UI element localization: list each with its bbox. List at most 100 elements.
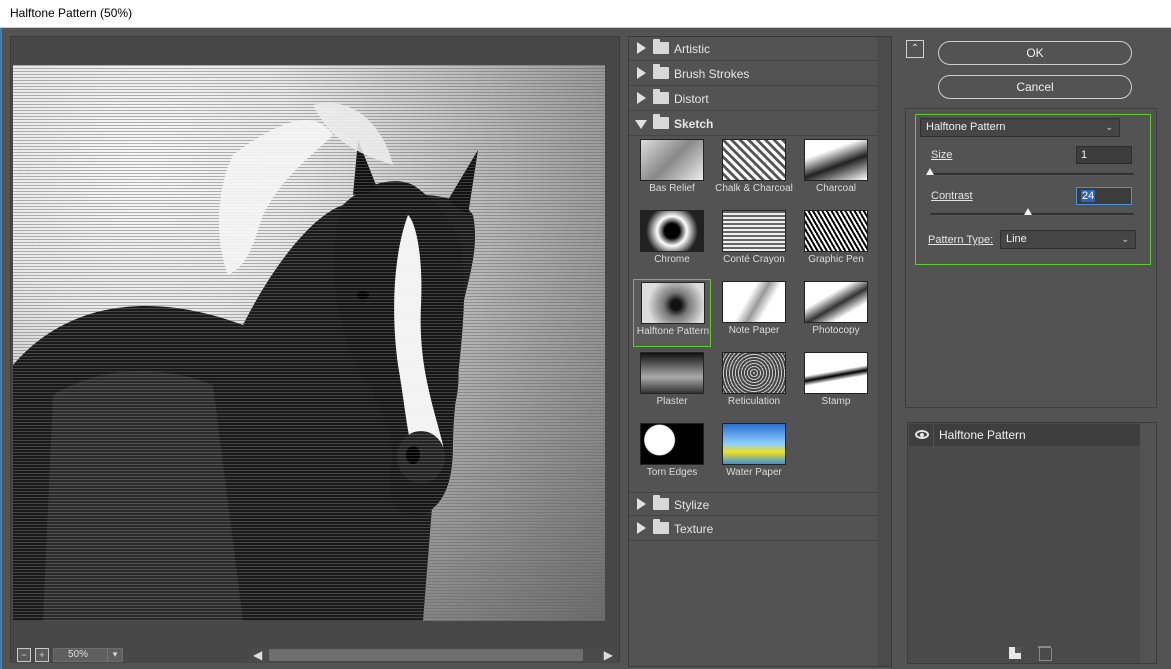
new-effect-layer-icon[interactable] xyxy=(1009,645,1023,661)
pattern-type-value: Line xyxy=(1006,233,1027,245)
filter-thumb-stamp[interactable]: Stamp xyxy=(797,350,875,418)
size-slider-track[interactable] xyxy=(930,173,1134,175)
layer-divider xyxy=(933,425,934,447)
expand-triangle-icon xyxy=(637,67,646,79)
filter-thumb-bas-relief[interactable]: Bas Relief xyxy=(633,137,711,205)
filter-thumb-image xyxy=(804,139,868,181)
category-artistic[interactable]: Artistic xyxy=(629,37,877,61)
category-sketch[interactable]: Sketch xyxy=(629,112,877,136)
filter-thumb-label: Bas Relief xyxy=(649,183,695,194)
preview-image[interactable] xyxy=(13,65,605,621)
filter-thumb-image xyxy=(804,352,868,394)
window-title: Halftone Pattern (50%) xyxy=(10,6,133,20)
filter-thumb-halftone-pattern[interactable]: Halftone Pattern xyxy=(633,279,711,347)
filter-thumb-graphic-pen[interactable]: Graphic Pen xyxy=(797,208,875,276)
filter-thumb-image xyxy=(722,139,786,181)
expand-triangle-icon xyxy=(637,522,646,534)
expand-triangle-icon xyxy=(637,92,646,104)
filter-gallery-list: Artistic Brush Strokes Distort Sketch Ba… xyxy=(628,36,892,667)
zoom-in-button[interactable]: + xyxy=(35,648,49,662)
cancel-button[interactable]: Cancel xyxy=(938,75,1132,99)
expand-triangle-icon xyxy=(637,498,646,510)
filter-thumb-image xyxy=(640,423,704,465)
filter-thumb-image xyxy=(640,210,704,252)
gallery-vertical-scrollbar[interactable] xyxy=(877,37,891,666)
filter-thumb-label: Halftone Pattern xyxy=(636,326,710,337)
filter-thumb-label: Graphic Pen xyxy=(808,254,864,265)
scroll-right-icon[interactable]: ▶ xyxy=(604,648,613,662)
filter-thumb-label: Note Paper xyxy=(728,325,780,336)
filter-thumb-chalk-charcoal[interactable]: Chalk & Charcoal xyxy=(715,137,793,205)
zoom-level-value: 50% xyxy=(68,649,89,660)
filter-thumb-label: Chrome xyxy=(654,254,690,265)
filter-thumb-plaster[interactable]: Plaster xyxy=(633,350,711,418)
filter-thumb-note-paper[interactable]: Note Paper xyxy=(715,279,793,347)
effect-layers-panel: Halftone Pattern xyxy=(907,422,1157,664)
filter-thumb-image xyxy=(722,352,786,394)
filter-thumb-label: Reticulation xyxy=(727,396,781,407)
scroll-thumb[interactable] xyxy=(269,649,583,661)
ok-button[interactable]: OK xyxy=(938,41,1132,65)
collapse-up-icon: ⌃ xyxy=(910,43,920,54)
contrast-slider-knob[interactable] xyxy=(1023,208,1032,215)
category-texture[interactable]: Texture xyxy=(629,517,877,541)
filter-select-value: Halftone Pattern xyxy=(926,121,1006,133)
effect-layer-name: Halftone Pattern xyxy=(939,428,1026,442)
folder-icon xyxy=(653,519,669,534)
filter-thumb-photocopy[interactable]: Photocopy xyxy=(797,279,875,347)
layers-scrollbar[interactable] xyxy=(1140,423,1156,663)
filter-thumb-image xyxy=(640,352,704,394)
filter-thumb-reticulation[interactable]: Reticulation xyxy=(715,350,793,418)
filter-thumb-image xyxy=(641,282,705,324)
folder-icon xyxy=(653,64,669,79)
filter-thumb-water-paper[interactable]: Water Paper xyxy=(715,421,793,489)
filter-thumb-label: Charcoal xyxy=(815,183,857,194)
effect-layer-row[interactable]: Halftone Pattern xyxy=(909,424,1140,447)
filter-thumb-label: Chalk & Charcoal xyxy=(715,183,793,194)
filter-thumb-image xyxy=(722,281,786,323)
category-brush-strokes[interactable]: Brush Strokes xyxy=(629,62,877,86)
filter-thumb-label: Plaster xyxy=(656,396,688,407)
expand-triangle-icon xyxy=(637,42,646,54)
folder-icon xyxy=(653,89,669,104)
preview-status-bar: − + 50% ▾ ◀ ▶ xyxy=(11,646,619,663)
size-slider-knob[interactable] xyxy=(926,168,934,175)
filter-thumb-cont-crayon[interactable]: Conté Crayon xyxy=(715,208,793,276)
zoom-out-button[interactable]: − xyxy=(17,648,31,662)
filter-thumb-label: Photocopy xyxy=(812,325,860,336)
chevron-down-icon: ⌄ xyxy=(1121,234,1129,244)
filter-thumb-image xyxy=(804,281,868,323)
folder-icon xyxy=(653,114,669,129)
filter-thumb-chrome[interactable]: Chrome xyxy=(633,208,711,276)
pattern-type-label: Pattern Type: xyxy=(928,234,994,246)
contrast-field[interactable]: 24 xyxy=(1076,187,1132,205)
folder-icon xyxy=(653,39,669,54)
trash-icon[interactable] xyxy=(1038,645,1052,661)
size-field[interactable]: 1 xyxy=(1076,146,1132,164)
pattern-type-select[interactable]: Line ⌄ xyxy=(1000,230,1136,249)
category-distort[interactable]: Distort xyxy=(629,87,877,111)
contrast-slider-track[interactable] xyxy=(930,213,1134,215)
filter-thumb-charcoal[interactable]: Charcoal xyxy=(797,137,875,205)
filter-thumb-image xyxy=(640,139,704,181)
collapse-gallery-button[interactable]: ⌃ xyxy=(906,40,924,58)
size-label: Size xyxy=(931,149,953,161)
category-stylize[interactable]: Stylize xyxy=(629,492,877,516)
filter-thumb-label: Torn Edges xyxy=(646,467,698,478)
folder-icon xyxy=(653,495,669,510)
filter-thumb-label: Water Paper xyxy=(726,467,782,478)
contrast-label: Contrast xyxy=(931,190,973,202)
filter-thumb-image xyxy=(804,210,868,252)
preview-horizontal-scrollbar[interactable]: ◀ ▶ xyxy=(247,648,615,662)
filter-thumb-image xyxy=(722,423,786,465)
filter-select-dropdown[interactable]: Halftone Pattern ⌄ xyxy=(920,118,1120,137)
filter-thumb-image xyxy=(722,210,786,252)
title-bar: Halftone Pattern (50%) xyxy=(0,0,1171,28)
chevron-down-icon[interactable]: ▾ xyxy=(107,649,122,661)
preview-panel: − + 50% ▾ ◀ ▶ xyxy=(10,36,620,663)
eye-icon[interactable] xyxy=(915,430,929,439)
horse-illustration xyxy=(13,65,605,621)
filter-thumb-torn-edges[interactable]: Torn Edges xyxy=(633,421,711,489)
filter-thumb-label: Stamp xyxy=(821,396,851,407)
scroll-left-icon[interactable]: ◀ xyxy=(253,648,262,662)
